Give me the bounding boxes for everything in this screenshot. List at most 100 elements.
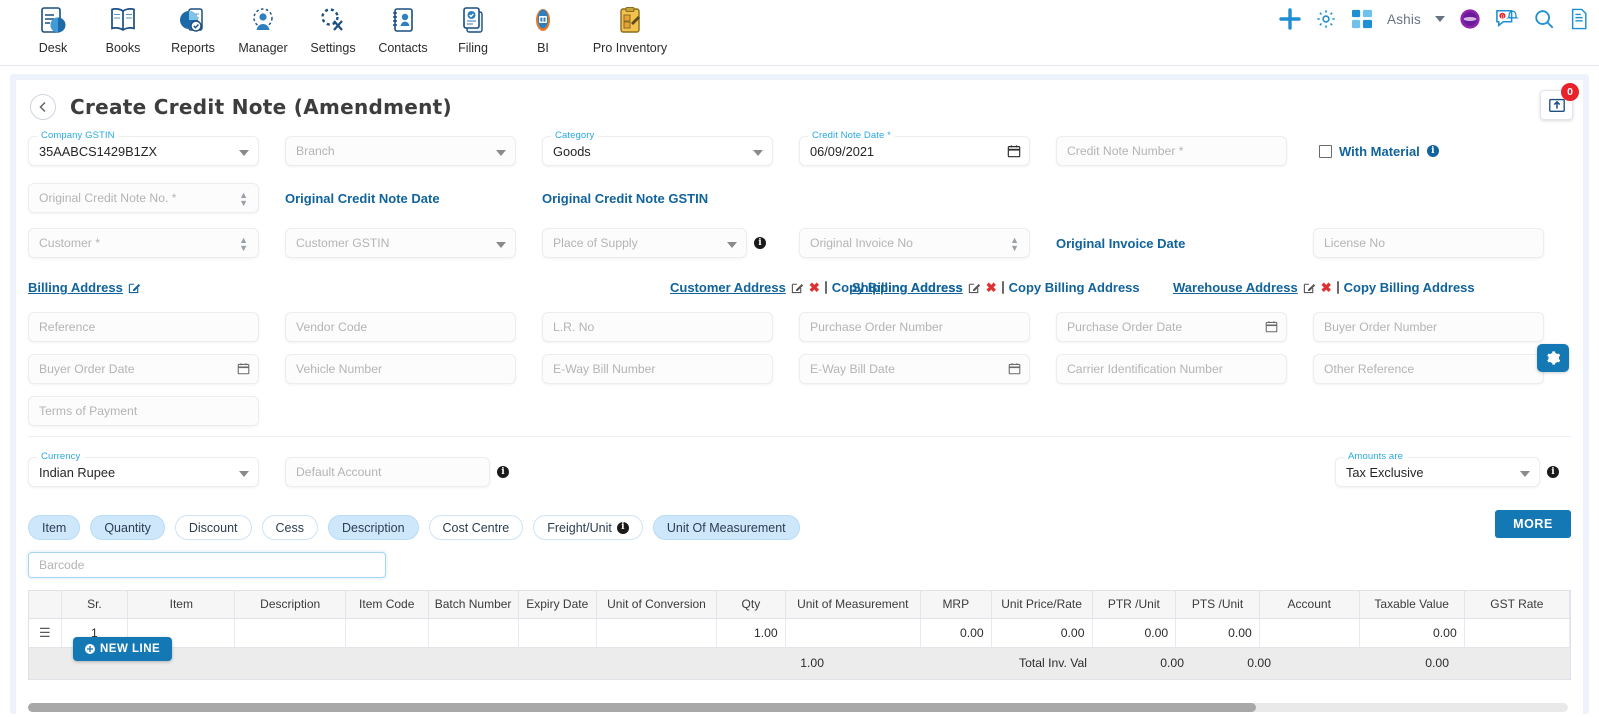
info-icon[interactable]: i (497, 466, 509, 478)
copy-billing-address-checkbox[interactable] (1001, 281, 1004, 294)
document-icon[interactable] (1569, 8, 1589, 30)
billing-address-link[interactable]: Billing Address (28, 280, 123, 295)
cell-unit-of-conversion[interactable] (596, 618, 718, 648)
upload-attachment-button[interactable]: 0 (1540, 83, 1579, 120)
purchase-order-number-placeholder: Purchase Order Number (810, 320, 943, 334)
chevron-down-icon[interactable] (727, 242, 737, 248)
add-icon[interactable] (1279, 8, 1301, 30)
cell-item-code[interactable] (345, 618, 429, 648)
nav-item-filing[interactable]: Filing (438, 2, 508, 55)
nav-item-desk[interactable]: Desk (18, 2, 88, 55)
field-other-reference: Other Reference (1313, 354, 1570, 384)
nav-item-bi[interactable]: BI (508, 2, 578, 55)
cell-taxable-value[interactable]: 0.00 (1359, 618, 1465, 648)
chip-quantity[interactable]: Quantity (90, 515, 165, 540)
cell-account[interactable] (1259, 618, 1360, 648)
edit-icon[interactable] (128, 281, 141, 294)
col-batch-number: Batch Number (428, 591, 519, 619)
barcode-input[interactable]: Barcode (28, 552, 386, 578)
col-gst-rate: GST Rate (1464, 591, 1571, 619)
new-line-button[interactable]: NEW LINE (73, 636, 173, 661)
cell-pts-unit[interactable]: 0.00 (1175, 618, 1260, 648)
shipping-address-group: Shipping Address ✖ Copy Billing Address (799, 280, 1140, 295)
nav-item-contacts[interactable]: Contacts (368, 2, 438, 55)
chip-freight-unit[interactable]: Freight/Unit i (533, 515, 643, 540)
chip-item[interactable]: Item (28, 515, 81, 540)
chip-unit-of-measurement[interactable]: Unit Of Measurement (652, 515, 800, 540)
delete-icon[interactable]: ✖ (1321, 281, 1332, 294)
chevron-down-icon[interactable] (496, 150, 506, 156)
barcode-section: Barcode (16, 540, 1583, 578)
warehouse-address-link[interactable]: Warehouse Address (1173, 280, 1298, 295)
chevron-down-icon[interactable] (1520, 471, 1530, 477)
drag-handle-icon[interactable]: ☰ (29, 618, 62, 648)
cell-expiry-date[interactable] (518, 618, 597, 648)
nav-item-reports[interactable]: Reports (158, 2, 228, 55)
cell-mrp[interactable]: 0.00 (920, 618, 992, 648)
amounts-are-label: Amounts are (1344, 451, 1407, 462)
chip-cost-centre[interactable]: Cost Centre (428, 515, 524, 540)
cell-ptr-unit[interactable]: 0.00 (1092, 618, 1177, 648)
chip-cess[interactable]: Cess (261, 515, 318, 540)
spinner-icon[interactable]: ▲ ▼ (239, 236, 248, 253)
nav-item-manager[interactable]: Manager (228, 2, 298, 55)
chip-discount[interactable]: Discount (174, 515, 252, 540)
col-mrp: MRP (920, 591, 992, 619)
spinner-icon[interactable]: ▲ ▼ (239, 191, 248, 208)
calendar-icon[interactable] (237, 362, 250, 378)
form-row-1: Company GSTIN 35AABCS1429B1ZX Branch Cat… (28, 130, 1571, 166)
cell-description[interactable] (234, 618, 346, 648)
nav-item-books[interactable]: Books (88, 2, 158, 55)
chevron-down-icon[interactable] (753, 150, 763, 156)
notifications-icon[interactable]: 0 (1495, 8, 1519, 30)
field-customer-gstin: Customer GSTIN (285, 228, 542, 258)
apps-grid-icon[interactable] (1351, 9, 1373, 29)
with-material-label: With Material (1339, 143, 1420, 159)
edit-icon[interactable] (968, 281, 981, 294)
nav-item-pro-inventory[interactable]: Pro Inventory (578, 2, 682, 55)
shipping-address-link[interactable]: Shipping Address (852, 280, 963, 295)
customer-address-link[interactable]: Customer Address (670, 280, 786, 295)
with-material-group: With Material i (1313, 136, 1570, 166)
copy-billing-address-label: Copy Billing Address (1343, 280, 1475, 295)
user-name-label: Ashis (1386, 11, 1421, 27)
original-invoice-no-placeholder: Original Invoice No (810, 236, 913, 250)
cell-batch-number[interactable] (428, 618, 519, 648)
calendar-icon[interactable] (1008, 362, 1021, 378)
with-material-checkbox[interactable] (1319, 144, 1332, 158)
chevron-down-icon[interactable] (239, 471, 249, 477)
chevron-down-icon[interactable] (239, 150, 249, 156)
gear-icon[interactable] (1315, 8, 1337, 30)
calendar-icon[interactable] (1007, 144, 1021, 161)
copy-billing-address-checkbox[interactable] (1336, 281, 1339, 294)
calendar-icon[interactable] (1265, 320, 1278, 336)
info-icon[interactable]: i (754, 237, 766, 249)
grid-settings-button[interactable] (1537, 344, 1569, 372)
search-icon[interactable] (1533, 8, 1555, 30)
credit-note-date-value: 06/09/2021 (810, 143, 875, 159)
info-icon[interactable]: i (1426, 145, 1439, 157)
spinner-icon[interactable]: ▲ ▼ (1010, 236, 1019, 253)
nav-item-settings[interactable]: Settings (298, 2, 368, 55)
chevron-down-icon[interactable] (1435, 16, 1445, 22)
delete-icon[interactable]: ✖ (986, 281, 997, 294)
horizontal-scrollbar[interactable] (28, 703, 1568, 712)
table-row[interactable]: ☰ 1 1.00 0.00 0.00 0.00 0.00 0.00 (29, 618, 1571, 648)
edit-icon[interactable] (1303, 281, 1316, 294)
field-branch: Branch (285, 136, 542, 166)
chip-description[interactable]: Description (328, 515, 419, 540)
cell-unit-of-measurement[interactable] (785, 618, 921, 648)
info-icon[interactable]: i (616, 521, 629, 534)
more-button[interactable]: MORE (1495, 510, 1571, 538)
col-unit-price-rate: Unit Price/Rate (991, 591, 1093, 619)
cell-gst-rate[interactable] (1464, 618, 1571, 648)
chevron-down-icon[interactable] (496, 242, 506, 248)
cell-qty[interactable]: 1.00 (716, 618, 786, 648)
back-button[interactable] (30, 94, 56, 120)
info-icon[interactable]: i (1547, 466, 1559, 478)
cell-unit-price-rate[interactable]: 0.00 (991, 618, 1093, 648)
nav-label-books: Books (105, 41, 141, 55)
scrollbar-thumb[interactable] (28, 703, 1256, 712)
reference-placeholder: Reference (39, 320, 96, 334)
avatar-icon[interactable] (1459, 8, 1481, 30)
